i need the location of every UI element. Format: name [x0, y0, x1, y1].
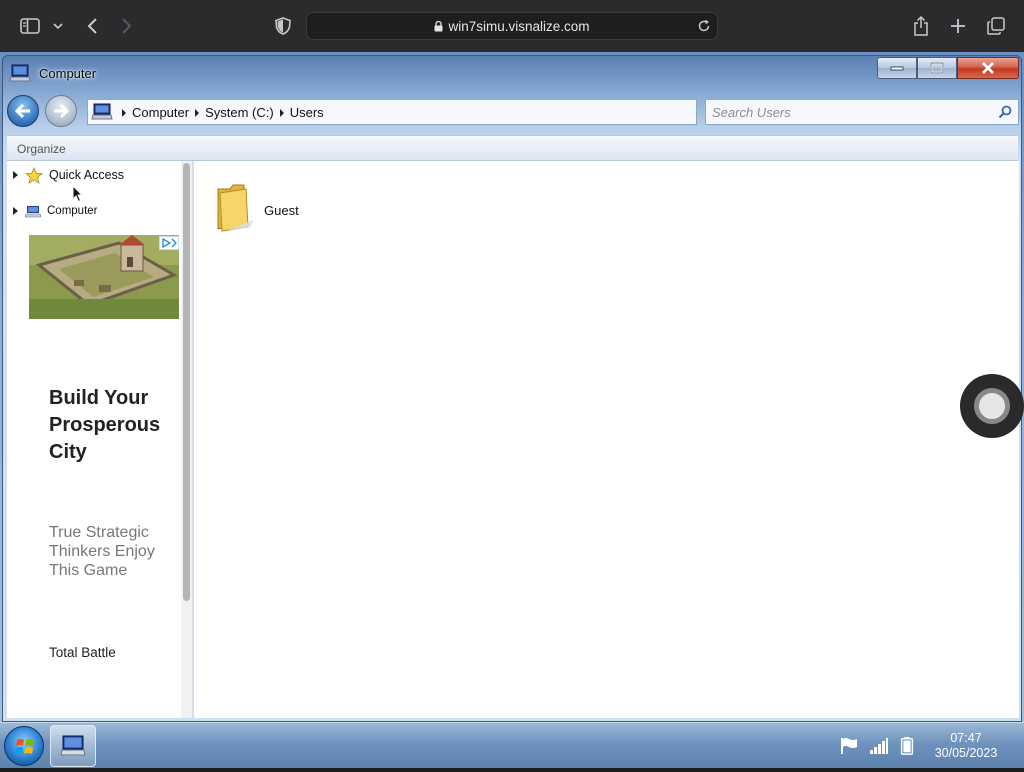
tree-item-label: Computer	[47, 205, 98, 217]
folder-item-guest[interactable]: Guest	[214, 183, 314, 239]
forward-button[interactable]	[45, 95, 77, 127]
breadcrumb-system-c[interactable]: System (C:)	[205, 105, 274, 120]
ad-choices-icon[interactable]	[159, 236, 179, 250]
sidebar-icon[interactable]	[18, 14, 42, 38]
taskbar: 07:47 30/05/2023	[0, 722, 1024, 768]
start-button[interactable]	[4, 726, 44, 766]
share-icon[interactable]	[909, 14, 933, 38]
url-text: win7simu.visnalize.com	[448, 19, 590, 34]
clock-time: 07:47	[950, 731, 982, 745]
search-input[interactable]: Search Users	[712, 105, 791, 120]
advertisement[interactable]: Build Your Prosperous City True Strategi…	[29, 235, 179, 718]
back-icon[interactable]	[80, 14, 104, 38]
computer-icon	[91, 103, 113, 120]
explorer-window: Computer Computer System (C:) Users Sear…	[2, 55, 1022, 722]
reload-icon[interactable]	[697, 19, 711, 33]
cursor-icon	[72, 185, 84, 203]
window-title: Computer	[39, 66, 97, 81]
maximize-icon	[930, 62, 944, 74]
assistive-touch-button[interactable]	[960, 374, 1024, 438]
command-bar: Organize	[7, 135, 1018, 161]
new-tab-icon[interactable]	[946, 14, 970, 38]
breadcrumb-arrow-icon[interactable]	[122, 108, 126, 117]
chevron-down-icon[interactable]	[48, 14, 68, 38]
lock-icon	[434, 21, 443, 32]
tree-item-label: Quick Access	[49, 168, 125, 182]
flag-icon[interactable]	[839, 737, 859, 755]
ad-headline[interactable]: Build Your Prosperous City	[49, 385, 177, 466]
tabs-overview-icon[interactable]	[984, 14, 1008, 38]
battery-icon[interactable]	[900, 737, 914, 755]
address-bar[interactable]: win7simu.visnalize.com	[306, 12, 718, 40]
ring-icon	[974, 388, 1010, 424]
forward-icon[interactable]	[115, 14, 139, 38]
search-box[interactable]: Search Users	[705, 99, 1019, 125]
breadcrumb-users[interactable]: Users	[290, 105, 324, 120]
signal-icon[interactable]	[869, 737, 889, 755]
breadcrumb-computer[interactable]: Computer	[132, 105, 189, 120]
scrollbar-thumb[interactable]	[183, 163, 190, 601]
expand-arrow-icon[interactable]	[13, 207, 18, 215]
computer-icon	[25, 205, 41, 217]
file-list[interactable]: Guest	[194, 161, 1019, 718]
computer-icon	[9, 64, 31, 82]
taskbar-explorer-button[interactable]	[50, 725, 96, 767]
close-icon	[982, 62, 994, 74]
ad-subtext[interactable]: True Strategic Thinkers Enjoy This Game	[49, 523, 177, 580]
ad-brand[interactable]: Total Battle	[49, 645, 116, 660]
ad-image[interactable]	[29, 235, 179, 319]
tree-item-quick-access[interactable]: Quick Access	[13, 165, 124, 185]
organize-button[interactable]: Organize	[17, 142, 66, 156]
back-button[interactable]	[7, 95, 39, 127]
folder-label[interactable]: Guest	[264, 203, 299, 218]
minimize-icon	[890, 66, 904, 71]
minimize-button[interactable]	[877, 57, 917, 79]
star-icon	[25, 166, 43, 184]
navigation-pane: Quick Access Computer Build Your Prosper…	[7, 161, 193, 718]
arrow-right-icon	[54, 103, 70, 119]
tree-item-computer[interactable]: Computer	[13, 201, 98, 221]
folder-icon	[217, 184, 254, 232]
close-button[interactable]	[957, 57, 1019, 79]
system-clock[interactable]: 07:47 30/05/2023	[922, 731, 1010, 761]
windows-logo-icon	[15, 739, 34, 754]
clock-date: 30/05/2023	[934, 746, 998, 760]
browser-toolbar: win7simu.visnalize.com	[0, 0, 1024, 52]
search-icon[interactable]	[998, 105, 1012, 119]
breadcrumb[interactable]: Computer System (C:) Users	[87, 99, 697, 125]
expand-arrow-icon[interactable]	[13, 171, 18, 179]
breadcrumb-arrow-icon[interactable]	[195, 108, 200, 117]
breadcrumb-arrow-icon[interactable]	[279, 108, 284, 117]
maximize-button[interactable]	[917, 57, 957, 79]
computer-icon	[60, 735, 86, 756]
arrow-left-icon	[14, 103, 30, 119]
shield-icon[interactable]	[271, 14, 295, 38]
